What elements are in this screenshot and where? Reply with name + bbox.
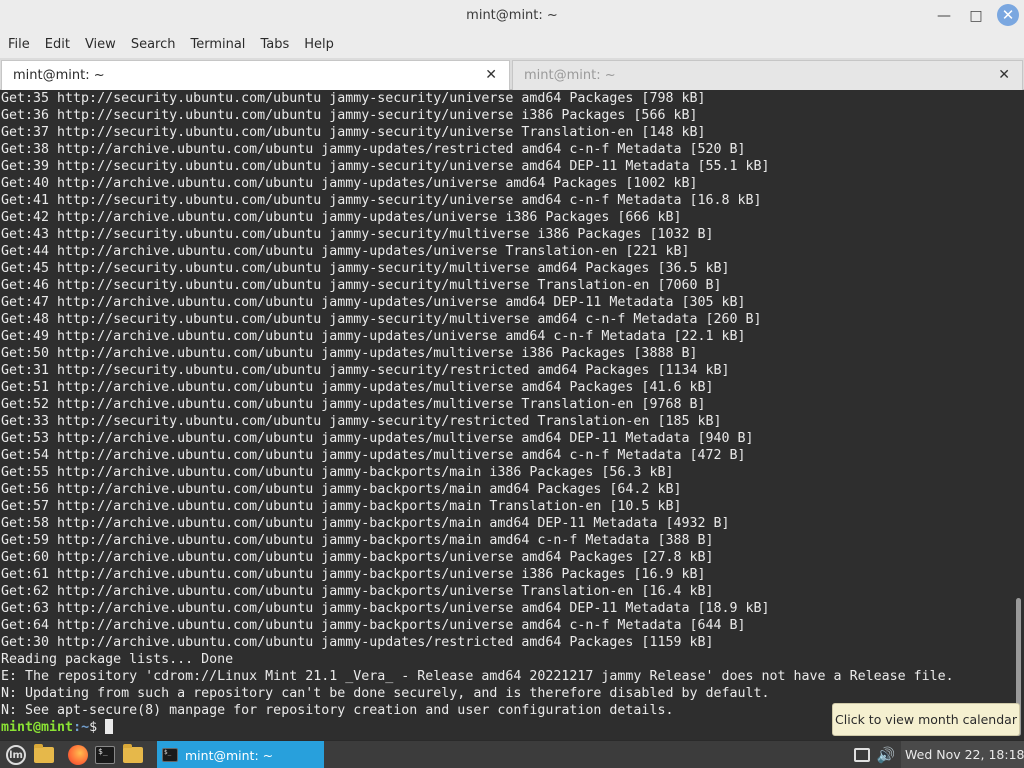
terminal-line: Get:38 http://archive.ubuntu.com/ubuntu … bbox=[1, 142, 746, 157]
window-icon bbox=[854, 748, 870, 762]
prompt-symbol: $ bbox=[89, 720, 106, 735]
terminal-line: Get:42 http://archive.ubuntu.com/ubuntu … bbox=[1, 210, 682, 225]
taskbar: lm $_ $_ mint@mint: ~ 🔊 Wed Nov 22, 18:1… bbox=[0, 740, 1024, 768]
terminal-line: Get:31 http://security.ubuntu.com/ubuntu… bbox=[1, 363, 730, 378]
terminal-scrollbar[interactable] bbox=[1014, 90, 1024, 740]
tab-close-icon[interactable]: ✕ bbox=[485, 68, 497, 82]
text-cursor bbox=[105, 719, 114, 734]
firefox-launcher[interactable] bbox=[67, 744, 89, 766]
menu-terminal[interactable]: Terminal bbox=[190, 32, 245, 58]
terminal-line: Get:63 http://archive.ubuntu.com/ubuntu … bbox=[1, 601, 770, 616]
terminal-icon: $_ bbox=[95, 746, 115, 764]
folder-icon bbox=[34, 744, 54, 763]
folder-icon bbox=[123, 744, 143, 763]
terminal-line: Get:55 http://archive.ubuntu.com/ubuntu … bbox=[1, 465, 674, 480]
terminal-line: Get:45 http://security.ubuntu.com/ubuntu… bbox=[1, 261, 730, 276]
menu-search[interactable]: Search bbox=[131, 32, 176, 58]
window-title: mint@mint: ~ bbox=[466, 8, 558, 23]
tab-close-icon[interactable]: ✕ bbox=[998, 68, 1010, 82]
terminal-line: Get:56 http://archive.ubuntu.com/ubuntu … bbox=[1, 482, 682, 497]
terminal-line: Get:54 http://archive.ubuntu.com/ubuntu … bbox=[1, 448, 746, 463]
terminal-line: Get:62 http://archive.ubuntu.com/ubuntu … bbox=[1, 584, 714, 599]
menu-file[interactable]: File bbox=[8, 32, 30, 58]
terminal-line: Get:49 http://archive.ubuntu.com/ubuntu … bbox=[1, 329, 746, 344]
menu-view[interactable]: View bbox=[85, 32, 116, 58]
calendar-tooltip: Click to view month calendar bbox=[832, 703, 1020, 736]
terminal-line: Get:44 http://archive.ubuntu.com/ubuntu … bbox=[1, 244, 690, 259]
terminal-line: Get:40 http://archive.ubuntu.com/ubuntu … bbox=[1, 176, 698, 191]
maximize-button[interactable]: □ bbox=[966, 6, 986, 26]
files-launcher[interactable] bbox=[122, 744, 144, 766]
terminal-icon: $_ bbox=[162, 748, 178, 762]
tab-label: mint@mint: ~ bbox=[13, 68, 105, 83]
terminal-line: Get:41 http://security.ubuntu.com/ubuntu… bbox=[1, 193, 762, 208]
terminal-line: E: The repository 'cdrom://Linux Mint 21… bbox=[1, 669, 954, 684]
terminal-text: Get:35 http://security.ubuntu.com/ubuntu… bbox=[0, 90, 1014, 736]
tab-terminal-1[interactable]: mint@mint: ~ ✕ bbox=[1, 60, 510, 90]
terminal-line: Get:30 http://archive.ubuntu.com/ubuntu … bbox=[1, 635, 714, 650]
terminal-line: Get:43 http://security.ubuntu.com/ubuntu… bbox=[1, 227, 714, 242]
menu-tabs[interactable]: Tabs bbox=[260, 32, 289, 58]
minimize-button[interactable]: — bbox=[934, 6, 954, 26]
terminal-line: Get:35 http://security.ubuntu.com/ubuntu… bbox=[1, 91, 706, 106]
terminal-line: Get:59 http://archive.ubuntu.com/ubuntu … bbox=[1, 533, 714, 548]
terminal-line: Get:61 http://archive.ubuntu.com/ubuntu … bbox=[1, 567, 706, 582]
menu-bar: File Edit View Search Terminal Tabs Help bbox=[0, 32, 1024, 58]
clock[interactable]: Wed Nov 22, 18:18 bbox=[901, 741, 1024, 768]
terminal-line: Get:60 http://archive.ubuntu.com/ubuntu … bbox=[1, 550, 714, 565]
terminal-line: Get:53 http://archive.ubuntu.com/ubuntu … bbox=[1, 431, 754, 446]
tab-label: mint@mint: ~ bbox=[524, 68, 616, 83]
terminal-line: Get:52 http://archive.ubuntu.com/ubuntu … bbox=[1, 397, 706, 412]
terminal-line: Get:57 http://archive.ubuntu.com/ubuntu … bbox=[1, 499, 682, 514]
terminal-line: Reading package lists... Done bbox=[1, 652, 234, 667]
prompt-user: mint@mint bbox=[1, 720, 74, 735]
terminal-line: Get:33 http://security.ubuntu.com/ubuntu… bbox=[1, 414, 722, 429]
firefox-icon bbox=[68, 745, 88, 765]
mint-logo-icon: lm bbox=[6, 745, 26, 765]
window-titlebar[interactable]: mint@mint: ~ — □ ✕ bbox=[0, 0, 1024, 32]
terminal-line: Get:47 http://archive.ubuntu.com/ubuntu … bbox=[1, 295, 746, 310]
menu-help[interactable]: Help bbox=[304, 32, 334, 58]
terminal-line: Get:51 http://archive.ubuntu.com/ubuntu … bbox=[1, 380, 714, 395]
terminal-launcher[interactable]: $_ bbox=[94, 744, 116, 766]
terminal-line: Get:50 http://archive.ubuntu.com/ubuntu … bbox=[1, 346, 698, 361]
terminal-line: Get:39 http://security.ubuntu.com/ubuntu… bbox=[1, 159, 770, 174]
volume-icon[interactable]: 🔊 bbox=[876, 745, 896, 765]
terminal-line: Get:37 http://security.ubuntu.com/ubuntu… bbox=[1, 125, 706, 140]
menu-launcher[interactable]: lm bbox=[5, 744, 27, 766]
tab-bar: mint@mint: ~ ✕ mint@mint: ~ ✕ bbox=[0, 58, 1024, 90]
terminal-output[interactable]: Get:35 http://security.ubuntu.com/ubuntu… bbox=[0, 90, 1014, 740]
terminal-line: Get:46 http://security.ubuntu.com/ubuntu… bbox=[1, 278, 722, 293]
terminal-line: Get:58 http://archive.ubuntu.com/ubuntu … bbox=[1, 516, 730, 531]
prompt-path: :~ bbox=[73, 720, 90, 735]
terminal-line: Get:36 http://security.ubuntu.com/ubuntu… bbox=[1, 108, 698, 123]
tab-terminal-2[interactable]: mint@mint: ~ ✕ bbox=[512, 60, 1023, 90]
show-desktop-launcher[interactable] bbox=[33, 744, 55, 766]
task-label: mint@mint: ~ bbox=[185, 747, 274, 763]
terminal-line: Get:64 http://archive.ubuntu.com/ubuntu … bbox=[1, 618, 746, 633]
tray-window-icon[interactable] bbox=[852, 745, 872, 765]
close-window-button[interactable]: ✕ bbox=[997, 4, 1019, 26]
terminal-line: N: Updating from such a repository can't… bbox=[1, 686, 770, 701]
terminal-line: Get:48 http://security.ubuntu.com/ubuntu… bbox=[1, 312, 762, 327]
taskbar-window-terminal[interactable]: $_ mint@mint: ~ bbox=[157, 741, 324, 768]
menu-edit[interactable]: Edit bbox=[45, 32, 70, 58]
